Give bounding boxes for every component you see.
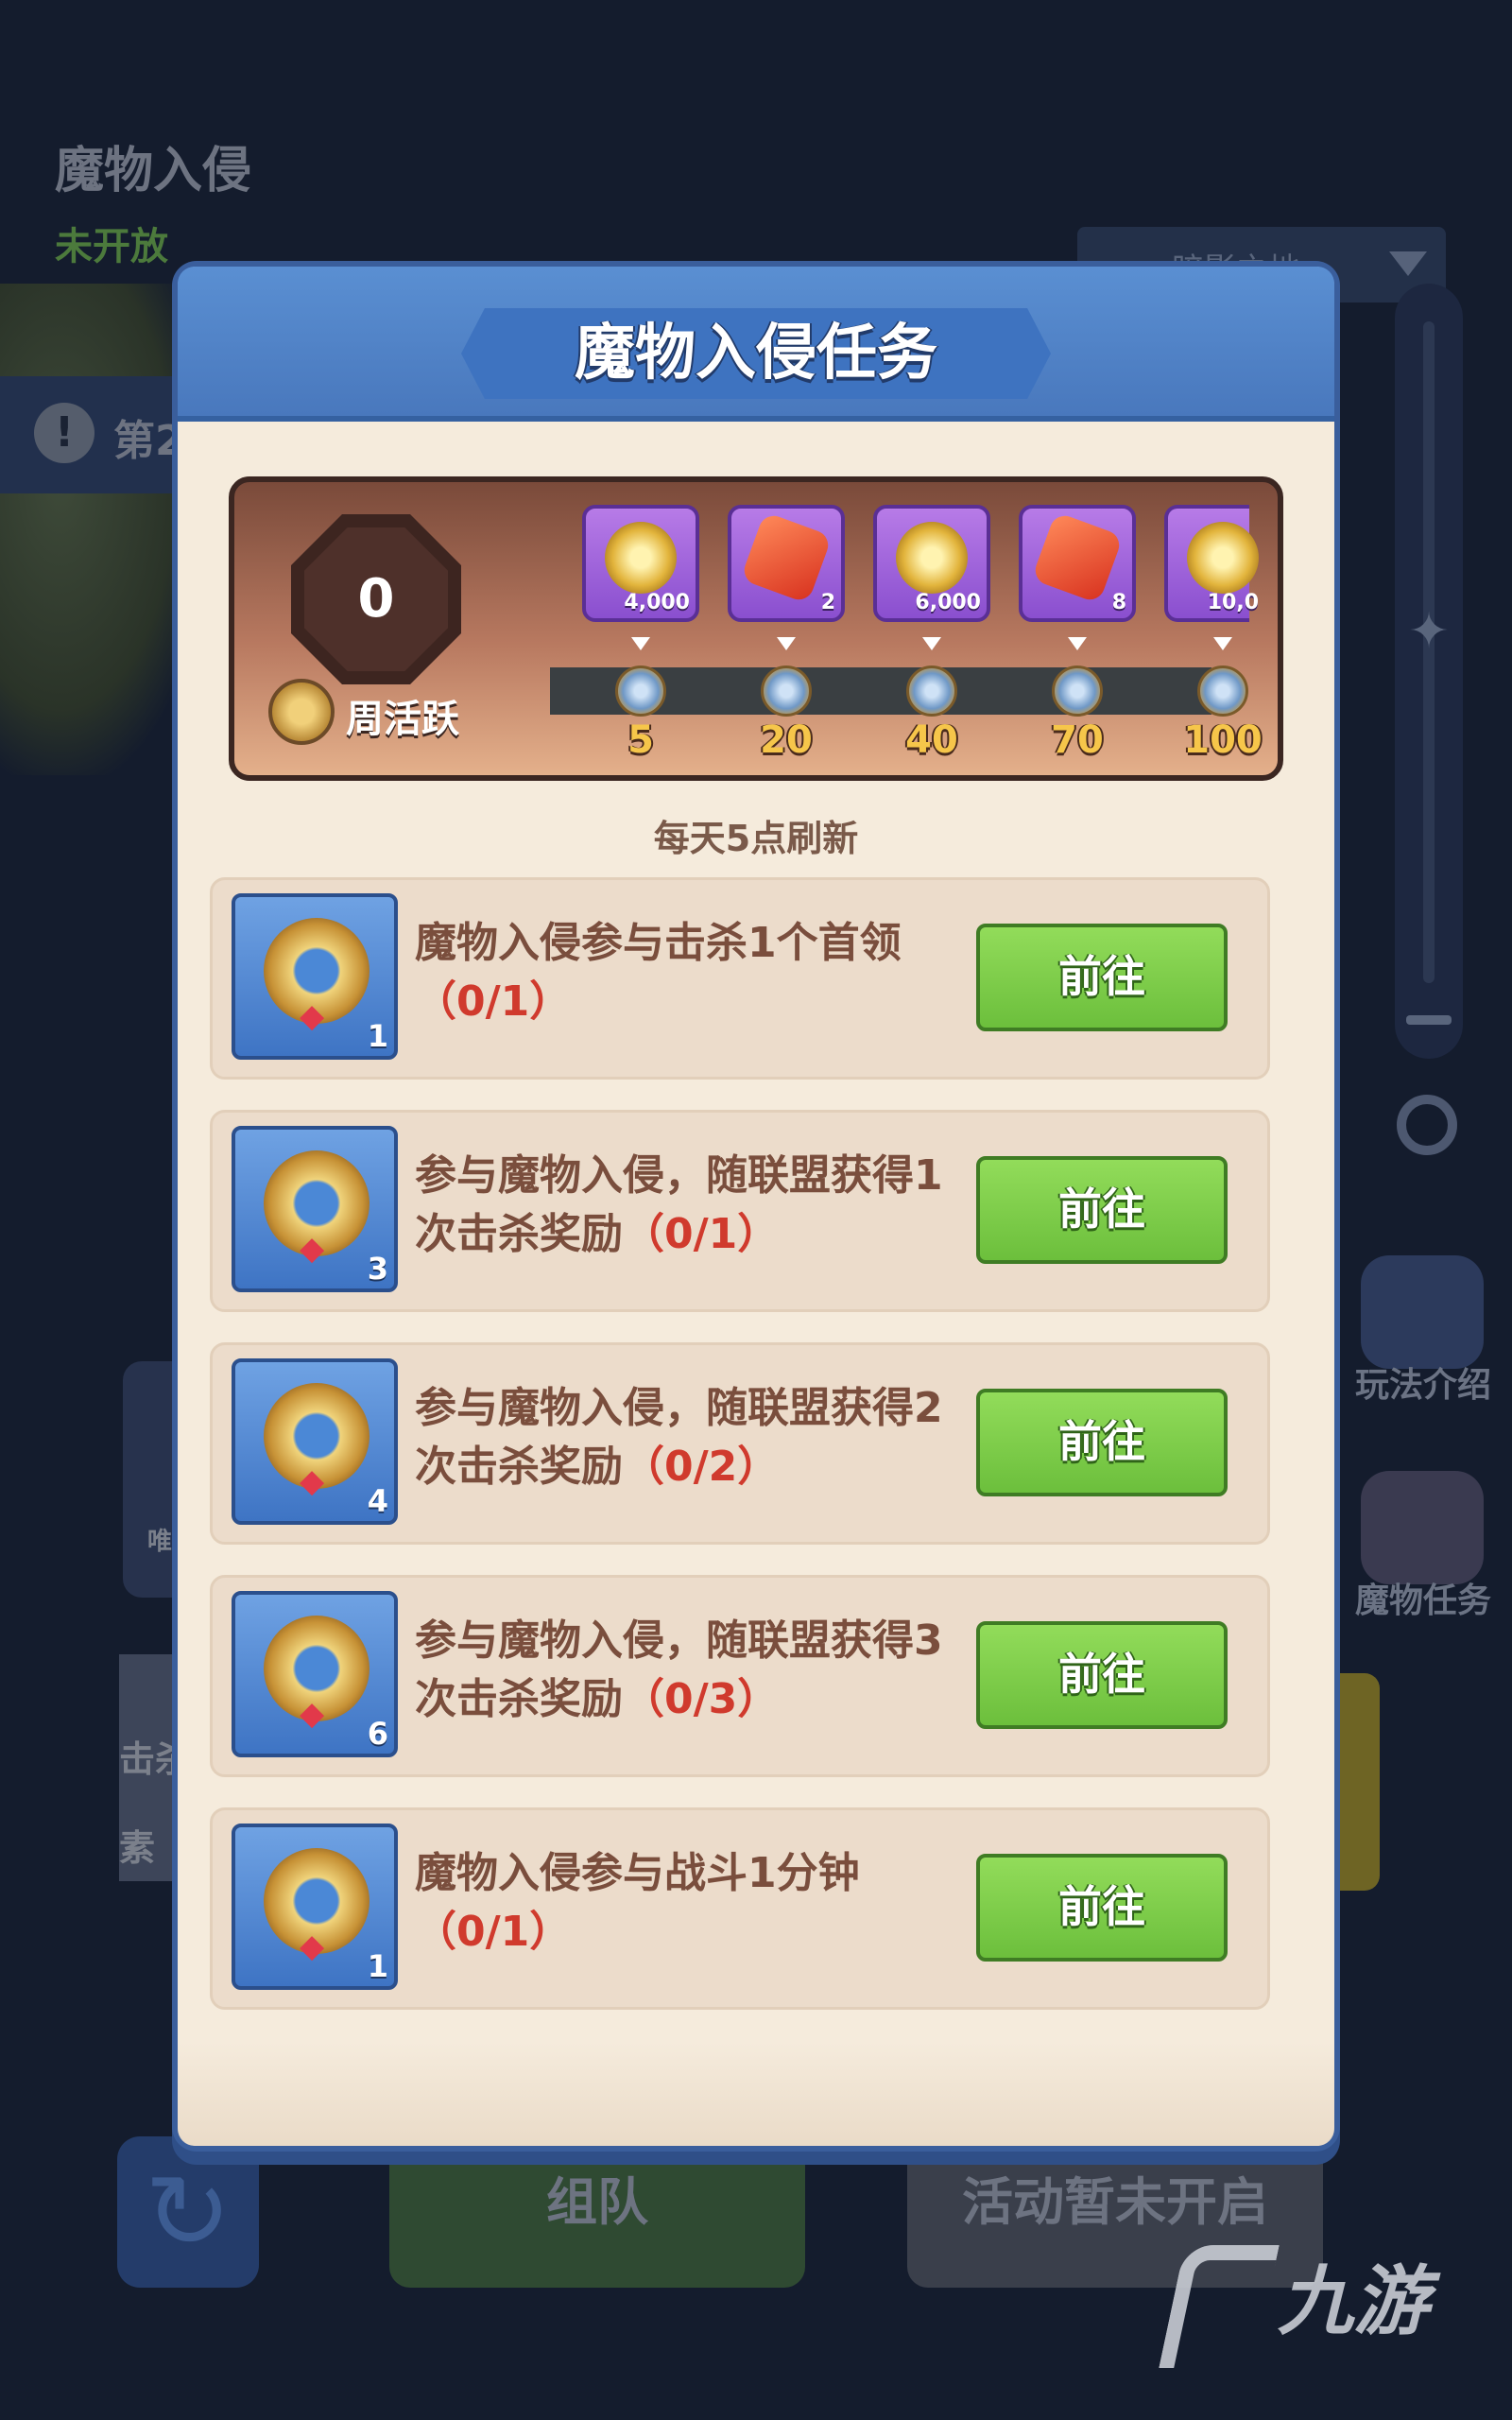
alert-label: 第2 xyxy=(113,417,184,465)
coin-icon xyxy=(1187,522,1259,594)
milestone-threshold: 20 xyxy=(760,718,813,762)
task-description: 魔物入侵参与战斗1分钟 （0/1） xyxy=(415,1844,944,1962)
task-row: 3 参与魔物入侵，随联盟获得1次击杀奖励（0/1） 前往 xyxy=(210,1110,1270,1312)
coin-icon xyxy=(605,522,677,594)
reward-qty: 8 xyxy=(1111,591,1126,614)
task-reward-count: 3 xyxy=(367,1251,388,1287)
task-row: 1 魔物入侵参与击杀1个首领 （0/1） 前往 xyxy=(210,877,1270,1080)
event-title: 魔物入侵 xyxy=(55,143,252,199)
task-progress: （0/1） xyxy=(415,1908,572,1956)
gem-icon xyxy=(740,511,833,604)
background-map xyxy=(0,284,208,775)
milestone-medal-icon xyxy=(615,666,666,717)
chevron-down-icon xyxy=(1389,251,1427,276)
rules-button-label: 玩法介绍 xyxy=(1354,1366,1491,1405)
milestone-threshold: 70 xyxy=(1051,718,1104,762)
task-progress: （0/1） xyxy=(623,1210,780,1258)
task-row: 4 参与魔物入侵，随联盟获得2次击杀奖励（0/2） 前往 xyxy=(210,1342,1270,1545)
marker-icon xyxy=(1068,637,1087,650)
event-status: 未开放 xyxy=(55,225,168,268)
rules-scroll-icon[interactable] xyxy=(1361,1255,1484,1369)
zoom-knob-icon[interactable]: ✦ xyxy=(1402,605,1455,658)
emblem-icon xyxy=(264,1848,369,1965)
marker-icon xyxy=(922,637,941,650)
milestone-threshold: 100 xyxy=(1183,718,1263,762)
emblem-icon xyxy=(264,1616,369,1733)
go-button[interactable]: 前往 xyxy=(976,1854,1228,1962)
left-element-label: 素 xyxy=(119,1827,156,1869)
task-description: 魔物入侵参与击杀1个首领 （0/1） xyxy=(415,914,944,1031)
milestone-medal-icon xyxy=(906,666,957,717)
weekly-activity-panel: 0 周活跃 4,000 2 6,000 8 10,0 5 20 40 70 10… xyxy=(229,476,1283,781)
zoom-out-icon[interactable] xyxy=(1406,1015,1452,1025)
task-description: 参与魔物入侵，随联盟获得3次击杀奖励（0/3） xyxy=(415,1612,944,1729)
go-button[interactable]: 前往 xyxy=(976,1389,1228,1496)
left-card-label: 唯 xyxy=(147,1528,173,1556)
milestone-medal-icon xyxy=(1052,666,1103,717)
marker-icon xyxy=(631,637,650,650)
task-text: 魔物入侵参与击杀1个首领 xyxy=(415,919,902,967)
go-button[interactable]: 前往 xyxy=(976,1156,1228,1264)
emblem-icon xyxy=(264,1150,369,1268)
milestone-medal-icon xyxy=(1197,666,1248,717)
locate-icon[interactable] xyxy=(1397,1095,1457,1155)
modal-footer-decoration xyxy=(178,2042,1334,2146)
task-emblem-icon: 1 xyxy=(232,893,398,1060)
watermark-logo-icon xyxy=(1159,2245,1280,2369)
gem-icon xyxy=(1031,511,1124,604)
reward-qty: 4,000 xyxy=(624,591,690,614)
task-reward-count: 4 xyxy=(367,1483,388,1519)
milestone-medal-icon xyxy=(761,666,812,717)
reward-qty: 2 xyxy=(820,591,835,614)
task-emblem-icon: 6 xyxy=(232,1591,398,1757)
task-reward-count: 6 xyxy=(367,1716,388,1752)
reward-chest-2[interactable]: 2 xyxy=(728,505,845,622)
task-reward-count: 1 xyxy=(367,1018,388,1054)
reward-chest-5[interactable]: 10,0 xyxy=(1164,505,1259,622)
zoom-slider[interactable]: ✦ xyxy=(1395,284,1463,1059)
milestone-threshold: 5 xyxy=(627,718,654,762)
exclamation-icon: ! xyxy=(34,403,94,463)
monster-task-label: 魔物任务 xyxy=(1354,1582,1491,1620)
task-emblem-icon: 3 xyxy=(232,1126,398,1292)
task-progress: （0/3） xyxy=(623,1675,780,1723)
task-reward-count: 1 xyxy=(367,1948,388,1984)
task-emblem-icon: 1 xyxy=(232,1824,398,1990)
coin-icon xyxy=(896,522,968,594)
task-progress: （0/1） xyxy=(415,977,572,1026)
marker-icon xyxy=(777,637,796,650)
go-button[interactable]: 前往 xyxy=(976,1621,1228,1729)
task-progress: （0/2） xyxy=(623,1443,780,1491)
task-row: 6 参与魔物入侵，随联盟获得3次击杀奖励（0/3） 前往 xyxy=(210,1575,1270,1777)
milestone-threshold: 40 xyxy=(905,718,958,762)
marker-icon xyxy=(1213,637,1232,650)
weekly-medal-icon xyxy=(268,679,335,745)
monster-task-icon[interactable] xyxy=(1361,1471,1484,1584)
swap-icon[interactable]: ↻ xyxy=(117,2136,259,2288)
watermark-text: 九游 xyxy=(1278,2257,1429,2345)
emblem-icon xyxy=(264,1383,369,1500)
task-emblem-icon: 4 xyxy=(232,1358,398,1525)
reward-qty: 10,0 xyxy=(1207,591,1259,614)
watermark: 九游 xyxy=(1159,2240,1429,2369)
task-text: 魔物入侵参与战斗1分钟 xyxy=(415,1849,860,1897)
modal-title: 魔物入侵任务 xyxy=(575,319,937,389)
task-description: 参与魔物入侵，随联盟获得1次击杀奖励（0/1） xyxy=(415,1147,944,1264)
reward-qty: 6,000 xyxy=(915,591,981,614)
reward-chest-4[interactable]: 8 xyxy=(1019,505,1136,622)
refresh-note: 每天5点刷新 xyxy=(653,818,859,859)
weekly-activity-label: 周活跃 xyxy=(346,698,459,741)
task-description: 参与魔物入侵，随联盟获得2次击杀奖励（0/2） xyxy=(415,1379,944,1496)
alert-banner[interactable]: ! 第2 xyxy=(0,376,189,493)
reward-chest-3[interactable]: 6,000 xyxy=(873,505,990,622)
reward-chest-1[interactable]: 4,000 xyxy=(582,505,699,622)
task-modal: 魔物入侵任务 0 周活跃 4,000 2 6,000 8 10,0 5 20 4… xyxy=(178,267,1334,2146)
emblem-icon xyxy=(264,918,369,1035)
task-row: 1 魔物入侵参与战斗1分钟 （0/1） 前往 xyxy=(210,1807,1270,2010)
go-button[interactable]: 前往 xyxy=(976,924,1228,1031)
